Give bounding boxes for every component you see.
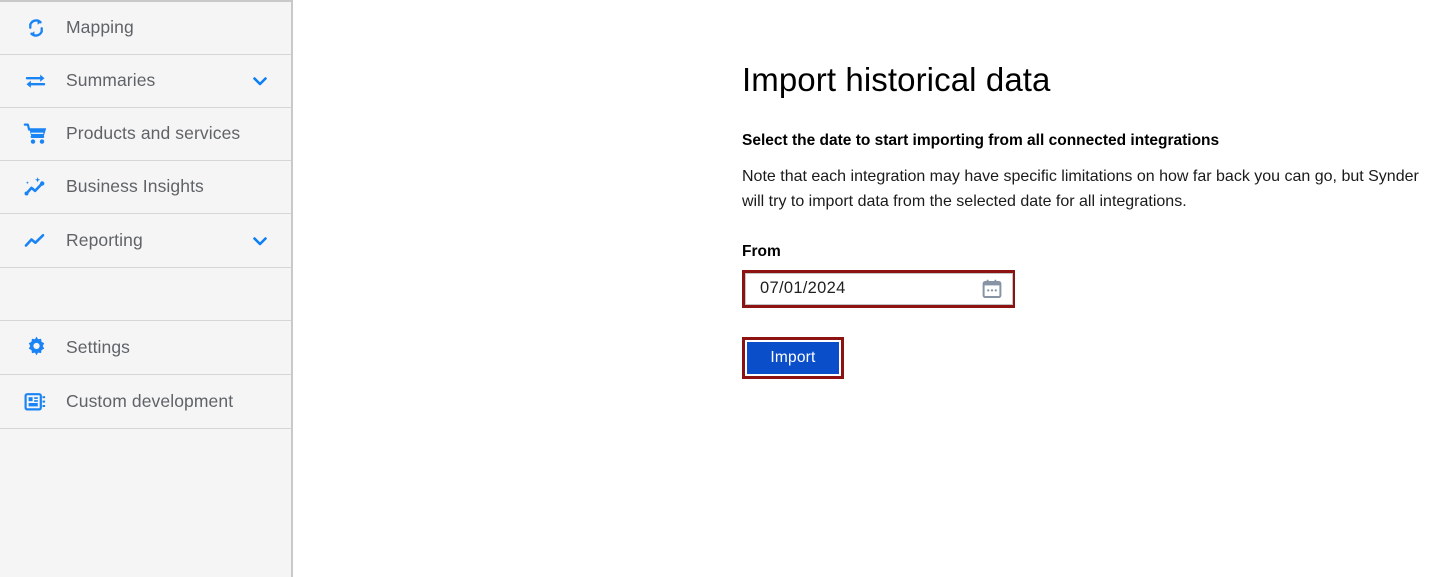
calendar-icon[interactable] xyxy=(980,277,1004,301)
sidebar: Mapping Summaries Products and services … xyxy=(0,0,293,577)
swap-arrows-icon xyxy=(22,67,50,95)
app-root: Mapping Summaries Products and services … xyxy=(0,0,1442,577)
sidebar-item-summaries[interactable]: Summaries xyxy=(0,55,291,108)
sidebar-item-reporting[interactable]: Reporting xyxy=(0,214,291,268)
import-button[interactable]: Import xyxy=(747,341,839,374)
sidebar-item-settings[interactable]: Settings xyxy=(0,321,291,375)
sidebar-item-label: Custom development xyxy=(66,390,234,411)
sidebar-item-label: Settings xyxy=(66,336,131,357)
shopping-cart-icon xyxy=(22,120,50,148)
sidebar-item-products-and-services[interactable]: Products and services xyxy=(0,108,291,161)
import-button-highlight: Import xyxy=(742,336,844,379)
dashboard-notebook-icon xyxy=(22,388,50,416)
from-date-field[interactable] xyxy=(745,272,1013,305)
chevron-down-icon[interactable] xyxy=(249,70,271,92)
from-date-input[interactable] xyxy=(760,279,980,299)
sidebar-item-label: Mapping xyxy=(66,17,134,38)
panel-description: Note that each integration may have spec… xyxy=(742,167,1419,211)
insights-sparkline-icon xyxy=(22,173,50,201)
sync-arrows-icon xyxy=(22,14,50,42)
sidebar-item-label: Summaries xyxy=(66,70,156,91)
panel-subtitle: Select the date to start importing from … xyxy=(742,131,1220,149)
main-content: Import historical data Select the date t… xyxy=(293,0,1442,577)
sidebar-item-custom-development[interactable]: Custom development xyxy=(0,375,291,429)
line-chart-icon xyxy=(22,227,50,255)
sidebar-item-mapping[interactable]: Mapping xyxy=(0,2,291,55)
sidebar-divider-section xyxy=(0,268,291,321)
page-title: Import historical data xyxy=(742,61,1051,98)
sidebar-item-label: Business Insights xyxy=(66,176,204,197)
sidebar-item-label: Reporting xyxy=(66,229,143,250)
chevron-down-icon[interactable] xyxy=(249,230,271,252)
sidebar-item-label: Products and services xyxy=(66,123,241,144)
import-panel: Import historical data Select the date t… xyxy=(742,60,1442,379)
sidebar-empty-area xyxy=(0,429,291,577)
from-field-label: From xyxy=(742,242,781,260)
from-date-field-highlight xyxy=(742,269,1015,308)
sidebar-item-business-insights[interactable]: Business Insights xyxy=(0,161,291,214)
gear-icon xyxy=(22,334,50,362)
